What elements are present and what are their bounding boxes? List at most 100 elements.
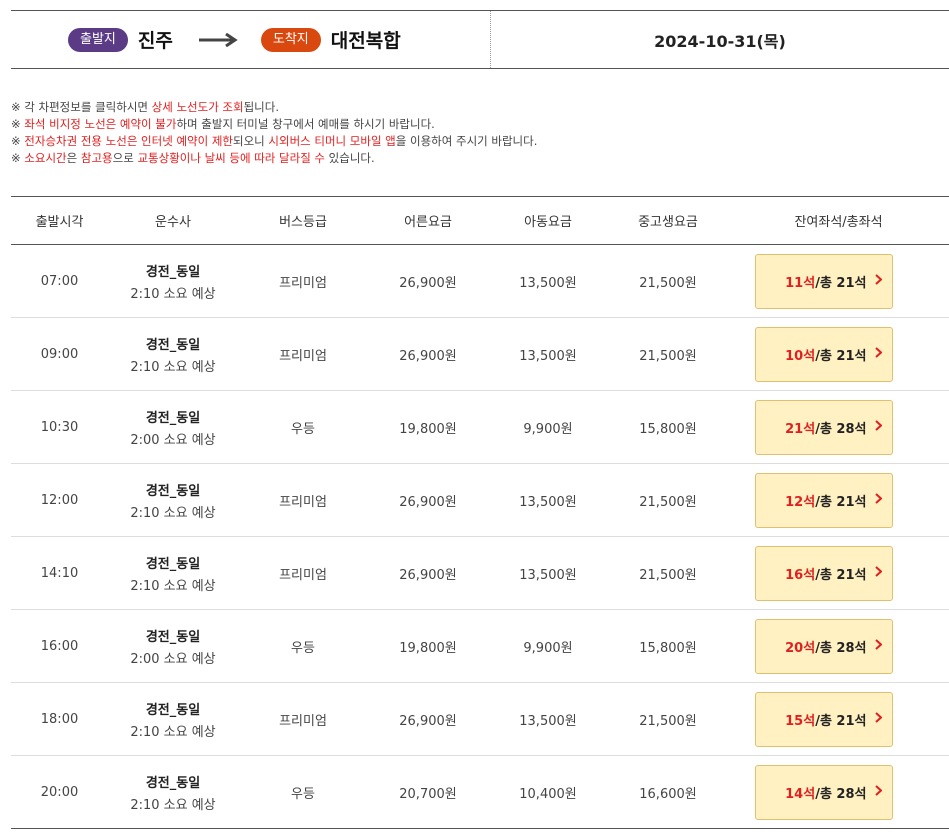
chevron-right-icon: [874, 492, 882, 508]
remaining-seats: 14석: [785, 786, 816, 802]
seat-select-button[interactable]: 16석 /총 21석: [754, 545, 893, 601]
table-row[interactable]: 07:00 경전_동일 2:10 소요 예상 프리미엄 26,900원 13,500원 21…: [11, 244, 949, 318]
company-name: 경전_동일: [145, 556, 201, 572]
notice-text: ※: [11, 151, 25, 165]
company-name: 경전_동일: [145, 702, 201, 718]
total-seats: /총 21석: [815, 348, 867, 364]
company-name: 경전_동일: [145, 337, 201, 353]
total-seats: /총 28석: [815, 640, 867, 656]
seat-cell: 15석 /총 21석: [728, 682, 949, 756]
child-fare: 13,500원: [488, 244, 608, 318]
seat-select-button[interactable]: 10석 /총 21석: [754, 326, 893, 382]
table-header-row: 출발시각 운수사 버스등급 어른요금 아동요금 중고생요금 잔여좌석/총좌석: [11, 196, 949, 245]
company-name: 경전_동일: [145, 264, 201, 280]
company-name: 경전_동일: [145, 629, 201, 645]
notice-text: ※: [11, 117, 25, 131]
seat-cell: 12석 /총 21석: [728, 463, 949, 537]
notice-text: 있습니다.: [325, 151, 375, 165]
notice-list: ※ 각 차편정보를 클릭하시면 상세 노선도가 조회됩니다. ※ 좌석 비지정 노…: [11, 99, 931, 167]
company-name: 경전_동일: [145, 410, 201, 426]
arrival-city: 대전복합: [330, 30, 401, 52]
departure-time: 16:00: [11, 609, 108, 683]
departure-city: 진주: [137, 30, 173, 52]
departure-badge: 출발지: [68, 27, 128, 52]
seat-select-button[interactable]: 21석 /총 28석: [754, 399, 893, 455]
departure-time: 12:00: [11, 463, 108, 537]
seat-select-button[interactable]: 20석 /총 28석: [754, 618, 893, 674]
child-fare: 13,500원: [488, 682, 608, 756]
child-fare: 9,900원: [488, 390, 608, 464]
chevron-right-icon: [874, 784, 882, 800]
youth-fare: 21,500원: [608, 463, 728, 537]
notice-line: ※ 좌석 비지정 노선은 예약이 불가하며 출발지 터미널 창구에서 예매를 하…: [11, 116, 931, 133]
child-fare: 13,500원: [488, 317, 608, 391]
youth-fare: 21,500원: [608, 682, 728, 756]
duration: 2:00 소요 예상: [130, 651, 216, 667]
chevron-right-icon: [874, 419, 882, 435]
table-row[interactable]: 10:30 경전_동일 2:00 소요 예상 우등 19,800원 9,900원 15,80…: [11, 390, 949, 464]
table-row[interactable]: 16:00 경전_동일 2:00 소요 예상 우등 19,800원 9,900원 15,80…: [11, 609, 949, 683]
notice-text: 하며 출발지 터미널 창구에서 예매를 하시기 바랍니다.: [176, 117, 435, 131]
remaining-seats: 10석: [785, 348, 816, 364]
table-row[interactable]: 09:00 경전_동일 2:10 소요 예상 프리미엄 26,900원 13,500원 21…: [11, 317, 949, 391]
company-cell: 경전_동일 2:10 소요 예상: [108, 755, 238, 829]
notice-line: ※ 소요시간은 참고용으로 교통상황이나 날씨 등에 따라 달라질 수 있습니다…: [11, 150, 931, 167]
adult-fare: 26,900원: [368, 244, 488, 318]
seat-select-button[interactable]: 12석 /총 21석: [754, 472, 893, 528]
seat-select-button[interactable]: 15석 /총 21석: [754, 691, 893, 747]
table-row[interactable]: 12:00 경전_동일 2:10 소요 예상 프리미엄 26,900원 13,500원 21…: [11, 463, 949, 537]
remaining-seats: 15석: [785, 713, 816, 729]
company-cell: 경전_동일 2:10 소요 예상: [108, 463, 238, 537]
table-row[interactable]: 20:00 경전_동일 2:10 소요 예상 우등 20,700원 10,400원 16,6…: [11, 755, 949, 829]
company-cell: 경전_동일 2:00 소요 예상: [108, 390, 238, 464]
seat-cell: 14석 /총 28석: [728, 755, 949, 829]
total-seats: /총 21석: [815, 713, 867, 729]
seat-select-button[interactable]: 11석 /총 21석: [754, 253, 893, 309]
notice-line: ※ 전자승차권 전용 노선은 인터넷 예약이 제한되오니 시외버스 티머니 모바…: [11, 133, 931, 150]
child-fare: 10,400원: [488, 755, 608, 829]
duration: 2:10 소요 예상: [130, 286, 216, 302]
adult-fare: 26,900원: [368, 317, 488, 391]
notice-highlight: 상세 노선도가 조회: [151, 100, 244, 114]
company-name: 경전_동일: [145, 775, 201, 791]
company-cell: 경전_동일 2:10 소요 예상: [108, 536, 238, 610]
youth-fare: 21,500원: [608, 536, 728, 610]
total-seats: /총 21석: [815, 494, 867, 510]
notice-highlight: 참고용: [80, 151, 113, 165]
youth-fare: 21,500원: [608, 317, 728, 391]
youth-fare: 21,500원: [608, 244, 728, 318]
chevron-right-icon: [874, 346, 882, 362]
company-cell: 경전_동일 2:10 소요 예상: [108, 244, 238, 318]
seat-select-button[interactable]: 14석 /총 28석: [754, 764, 893, 820]
adult-fare: 26,900원: [368, 463, 488, 537]
remaining-seats: 21석: [785, 421, 816, 437]
notice-text: 을 이용하여 주시기 바랍니다.: [395, 134, 538, 148]
notice-text: ※: [11, 134, 25, 148]
header-youth-fare: 중고생요금: [608, 196, 728, 245]
arrival-badge: 도착지: [260, 27, 321, 52]
bus-grade: 프리미엄: [238, 682, 368, 756]
table-row[interactable]: 14:10 경전_동일 2:10 소요 예상 프리미엄 26,900원 13,500원 21…: [11, 536, 949, 610]
seat-cell: 16석 /총 21석: [728, 536, 949, 610]
bus-grade: 프리미엄: [238, 463, 368, 537]
table-row[interactable]: 18:00 경전_동일 2:10 소요 예상 프리미엄 26,900원 13,500원 21…: [11, 682, 949, 756]
departure-time: 20:00: [11, 755, 108, 829]
remaining-seats: 20석: [785, 640, 816, 656]
duration: 2:10 소요 예상: [130, 359, 216, 375]
duration: 2:00 소요 예상: [130, 432, 216, 448]
child-fare: 13,500원: [488, 536, 608, 610]
notice-text: 되오니: [233, 134, 269, 148]
route-bar: 출발지 진주 도착지 대전복합 2024-10-31(목): [11, 10, 949, 69]
travel-date: 2024-10-31(목): [654, 31, 786, 51]
adult-fare: 19,800원: [368, 609, 488, 683]
bus-grade: 우등: [238, 390, 368, 464]
total-seats: /총 21석: [815, 567, 867, 583]
seat-cell: 20석 /총 28석: [728, 609, 949, 683]
bus-grade: 우등: [238, 609, 368, 683]
notice-highlight: 교통상황이나 날씨 등에 따라 달라질 수: [137, 151, 326, 165]
duration: 2:10 소요 예상: [130, 724, 216, 740]
notice-highlight: 전자승차권 전용 노선은 인터넷 예약이 제한: [24, 134, 234, 148]
chevron-right-icon: [874, 711, 882, 727]
duration: 2:10 소요 예상: [130, 578, 216, 594]
seat-cell: 10석 /총 21석: [728, 317, 949, 391]
